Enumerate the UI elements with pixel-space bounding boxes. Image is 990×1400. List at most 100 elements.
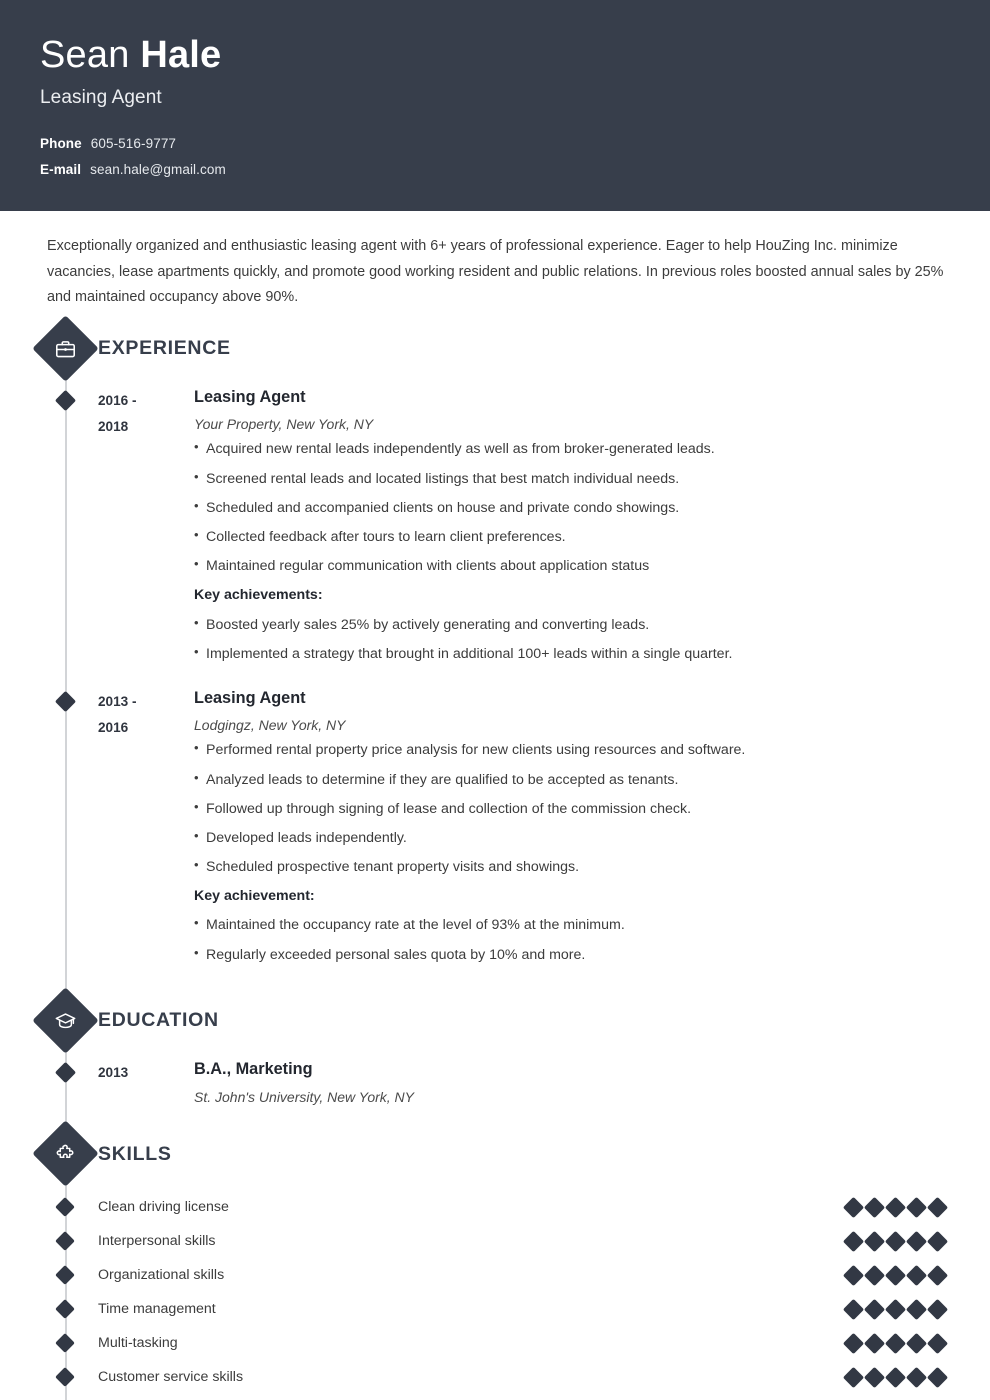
skill-rating (842, 1366, 950, 1388)
contact-phone-row: Phone 605-516-9777 (40, 136, 950, 151)
timeline-diamond-icon (55, 1333, 75, 1354)
rating-diamond-filled (926, 1366, 949, 1388)
experience-date-line-2: 2016 (98, 720, 129, 736)
puzzle-piece-icon (32, 1120, 99, 1188)
experience-date-line-1: 2016 - (98, 392, 137, 408)
skill-name: Customer service skills (98, 1368, 244, 1385)
key-achievements-label: Key achievements: (194, 587, 323, 604)
education-entry: 2013 B.A., Marketing St. John's Universi… (40, 1059, 950, 1107)
education-date-line-1: 2013 (98, 1064, 129, 1080)
rating-diamond-filled (926, 1298, 949, 1320)
rating-diamond-filled (863, 1230, 886, 1252)
experience-date-line-2: 2018 (98, 419, 129, 435)
candidate-name: Sean Hale (40, 34, 950, 77)
experience-details: Leasing Agent Lodgingz, New York, NY Per… (194, 688, 950, 975)
section-title-experience: EXPERIENCE (98, 337, 231, 360)
briefcase-icon (32, 315, 99, 382)
rating-diamond-filled (884, 1230, 907, 1252)
timeline-diamond-icon (55, 1299, 75, 1320)
timeline-diamond-icon (55, 1197, 75, 1218)
experience-entry: 2013 - 2016 Leasing Agent Lodgingz, New … (40, 688, 950, 975)
bullet-item: Screened rental leads and located listin… (194, 469, 950, 499)
skill-rating (842, 1230, 950, 1252)
bullet-item: Maintained regular communication with cl… (194, 556, 950, 586)
section-title-education: EDUCATION (98, 1009, 219, 1032)
education-date: 2013 (98, 1059, 194, 1107)
rating-diamond-filled (905, 1230, 928, 1252)
skill-row: Multi-tasking (40, 1326, 950, 1360)
experience-entry: 2016 - 2018 Leasing Agent Your Property,… (40, 387, 950, 674)
timeline-diamond-icon (55, 1231, 75, 1252)
rating-diamond-filled (884, 1196, 907, 1218)
rating-diamond-filled (884, 1366, 907, 1388)
experience-details: Leasing Agent Your Property, New York, N… (194, 387, 950, 674)
bullet-item: Followed up through signing of lease and… (194, 799, 950, 829)
timeline-diamond-icon (54, 690, 77, 712)
last-name: Hale (140, 34, 222, 76)
contact-email-row: E-mail sean.hale@gmail.com (40, 162, 950, 177)
experience-company: Lodgingz, New York, NY (194, 717, 346, 734)
section-header-skills: SKILLS (32, 1120, 950, 1188)
rating-diamond-filled (926, 1332, 949, 1354)
experience-role: Leasing Agent (194, 387, 306, 406)
bullet-item: Regularly exceeded personal sales quota … (194, 945, 950, 975)
rating-diamond-filled (863, 1264, 886, 1286)
contact-email-label: E-mail (40, 161, 82, 177)
education-degree: B.A., Marketing (194, 1059, 313, 1078)
skill-row: Clean driving license (40, 1190, 950, 1224)
rating-diamond-filled (905, 1298, 928, 1320)
skill-name: Time management (98, 1300, 216, 1317)
bullet-item: Boosted yearly sales 25% by actively gen… (194, 614, 950, 645)
experience-role: Leasing Agent (194, 688, 306, 707)
section-title-skills: SKILLS (98, 1142, 172, 1165)
bullet-item: Scheduled and accompanied clients on hou… (194, 498, 950, 528)
rating-diamond-filled (884, 1264, 907, 1286)
rating-diamond-filled (842, 1298, 865, 1320)
timeline-diamond-icon (55, 1367, 75, 1388)
rating-diamond-filled (926, 1264, 949, 1286)
skill-row: Customer service skills (40, 1360, 950, 1394)
bullet-item: Collected feedback after tours to learn … (194, 527, 950, 557)
skill-rating (842, 1196, 950, 1218)
skill-rating (842, 1298, 950, 1320)
contact-email-value[interactable]: sean.hale@gmail.com (90, 162, 226, 177)
rating-diamond-filled (842, 1230, 865, 1252)
resume-timeline: EXPERIENCE 2016 - 2018 Leasing Agent You… (32, 315, 950, 1400)
experience-date: 2016 - 2018 (98, 387, 194, 674)
resume-body: Exceptionally organized and enthusiastic… (0, 211, 990, 1400)
candidate-job-title: Leasing Agent (40, 86, 162, 108)
experience-key-bullets: Maintained the occupancy rate at the lev… (194, 915, 950, 975)
rating-diamond-filled (842, 1196, 865, 1218)
experience-bullets: Performed rental property price analysis… (194, 740, 950, 887)
rating-diamond-filled (842, 1332, 865, 1354)
resume-page: Sean Hale Leasing Agent Phone 605-516-97… (0, 0, 990, 1400)
rating-diamond-filled (905, 1332, 928, 1354)
skill-rating (842, 1332, 950, 1354)
timeline-diamond-icon (54, 1061, 77, 1083)
rating-diamond-filled (884, 1332, 907, 1354)
skill-rating (842, 1264, 950, 1286)
rating-diamond-filled (884, 1298, 907, 1320)
rating-diamond-filled (905, 1196, 928, 1218)
bullet-item: Maintained the occupancy rate at the lev… (194, 915, 950, 945)
skill-row: Organizational skills (40, 1394, 950, 1400)
contact-phone-value[interactable]: 605-516-9777 (91, 136, 176, 151)
skills-list: Clean driving license Interpersonal skil… (40, 1190, 950, 1400)
rating-diamond-filled (842, 1366, 865, 1388)
bullet-item: Scheduled prospective tenant property vi… (194, 857, 950, 887)
education-details: B.A., Marketing St. John's University, N… (194, 1059, 950, 1107)
resume-header: Sean Hale Leasing Agent Phone 605-516-97… (0, 0, 990, 211)
rating-diamond-filled (863, 1366, 886, 1388)
experience-bullets: Acquired new rental leads independently … (194, 439, 950, 586)
bullet-item: Implemented a strategy that brought in a… (194, 644, 950, 674)
section-header-education: EDUCATION (32, 987, 950, 1054)
bullet-item: Performed rental property price analysis… (194, 740, 950, 770)
experience-key-bullets: Boosted yearly sales 25% by actively gen… (194, 614, 950, 674)
experience-company: Your Property, New York, NY (194, 416, 374, 433)
contact-phone-label: Phone (40, 135, 82, 151)
rating-diamond-filled (905, 1366, 928, 1388)
professional-summary: Exceptionally organized and enthusiastic… (47, 238, 944, 306)
education-school: St. John's University, New York, NY (194, 1089, 415, 1106)
rating-diamond-filled (842, 1264, 865, 1286)
skill-name: Clean driving license (98, 1198, 229, 1215)
